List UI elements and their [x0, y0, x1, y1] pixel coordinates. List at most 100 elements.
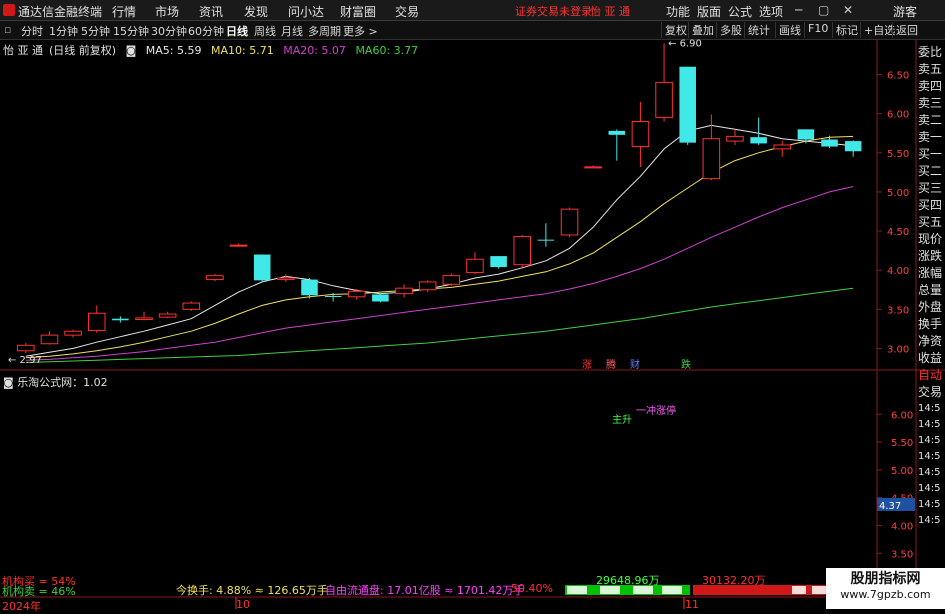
- candle-body: [560, 208, 579, 236]
- ma60-line: [25, 287, 854, 363]
- signal-marker: 财: [630, 358, 640, 371]
- subchart-title: ◙ 乐淘公式网：1.02: [3, 376, 108, 389]
- sub-tick-label: 5.00: [891, 466, 913, 477]
- candle-body: [655, 81, 673, 119]
- ratio-pct: 50.40%: [511, 582, 553, 595]
- side-time-8: 14:5: [918, 515, 941, 526]
- price-tick-label: 3.00: [887, 344, 909, 355]
- side-trade[interactable]: 交易: [918, 384, 945, 401]
- vol-outflow: 30132.20万: [702, 574, 766, 587]
- signal-marker: 腾: [606, 358, 616, 371]
- candle-body: [372, 294, 389, 302]
- price-tick-label: 6.00: [887, 110, 909, 121]
- sub-tick-label: 3.50: [891, 549, 913, 560]
- side-mai4[interactable]: 卖四: [918, 78, 945, 95]
- side-mai2[interactable]: 卖二: [918, 112, 945, 129]
- candle-body: [631, 121, 650, 148]
- side-price[interactable]: 现价: [918, 231, 945, 248]
- month-label-11: 11: [685, 598, 699, 611]
- side-buy5[interactable]: 买五: [918, 214, 945, 231]
- peak-price-label: ← 6.90: [668, 38, 702, 49]
- year-label: 2024年: [2, 600, 41, 613]
- candle-body: [347, 290, 366, 298]
- candle-body: [750, 137, 767, 144]
- candle-body: [513, 236, 532, 266]
- candle-body: [324, 296, 342, 298]
- candlestick-chart[interactable]: 6.50 6.00 5.50 5.00 4.50 4.00 3.50 3.00 ← 6.90 ← …: [0, 0, 945, 609]
- free-float: 自由流通盘: 17.01亿股 ≈ 1701.42万手: [325, 584, 525, 597]
- candle-body: [301, 279, 318, 296]
- side-time-2: 14:5: [918, 419, 941, 430]
- side-volume[interactable]: 总量: [918, 282, 945, 299]
- candle-body: [158, 313, 177, 318]
- side-time-3: 14:5: [918, 435, 941, 446]
- signal-zhusheng: 主升: [612, 414, 632, 426]
- candle-body: [726, 135, 744, 142]
- candle-body: [442, 275, 461, 285]
- side-mai1[interactable]: 卖一: [918, 129, 945, 146]
- low-price-label: ← 2.97: [8, 355, 42, 366]
- candle-body: [844, 141, 862, 152]
- candle-body: [679, 66, 696, 143]
- candle-body: [64, 330, 82, 336]
- quote-side-panel: 委比 卖五 卖四 卖三 卖二 卖一 买一 买二 买三 买四 买五 现价 涨跌 涨…: [918, 44, 945, 529]
- candle-body: [40, 334, 59, 345]
- ma10-line: [25, 135, 854, 359]
- side-net-assets[interactable]: 净资: [918, 333, 945, 350]
- price-tick-label: 4.50: [887, 227, 909, 238]
- sub-tick-label: 5.50: [891, 438, 913, 449]
- bottom-info-bar: 机构买 = 54% 机构卖 = 46% 今换手: 4.88% ≈ 126.65万…: [0, 574, 945, 613]
- watermark-logo: 股朋指标网 www.7gpzb.com: [826, 568, 945, 609]
- side-change[interactable]: 涨跌: [918, 248, 945, 265]
- side-turnover[interactable]: 换手: [918, 316, 945, 333]
- side-buy3[interactable]: 买三: [918, 180, 945, 197]
- month-label-10: 10: [236, 598, 250, 611]
- candle-body: [773, 144, 792, 150]
- vol-inflow: 29648.96万: [596, 574, 660, 587]
- candle-body: [466, 258, 484, 274]
- candle-body: [112, 318, 129, 321]
- candle-body: [17, 344, 35, 352]
- side-time-1: 14:5: [918, 403, 941, 414]
- indicator-circle-icon[interactable]: ◙: [3, 376, 14, 389]
- candle-body: [253, 254, 271, 281]
- candle-body: [584, 166, 602, 169]
- price-tick-label: 3.50: [887, 305, 909, 316]
- side-mai5[interactable]: 卖五: [918, 61, 945, 78]
- side-time-6: 14:5: [918, 483, 941, 494]
- side-buy2[interactable]: 买二: [918, 163, 945, 180]
- candle-body: [206, 275, 224, 281]
- side-mai3[interactable]: 卖三: [918, 95, 945, 112]
- candle-body: [135, 317, 153, 320]
- price-tick-label: 5.00: [887, 188, 909, 199]
- side-earnings[interactable]: 收益: [918, 350, 945, 367]
- candle-body: [87, 312, 106, 331]
- candle-body: [797, 129, 815, 140]
- candle-body: [182, 302, 201, 310]
- candle-body: [229, 244, 248, 247]
- candle-body: [490, 256, 507, 268]
- ma5-line: [25, 124, 854, 357]
- side-auto[interactable]: 自动: [918, 367, 945, 384]
- signal-marker: 跌: [681, 358, 691, 371]
- side-weibi[interactable]: 委比: [918, 44, 945, 61]
- side-time-4: 14:5: [918, 451, 941, 462]
- price-tick-label: 5.50: [887, 149, 909, 160]
- side-buy1[interactable]: 买一: [918, 146, 945, 163]
- candle-body: [702, 138, 721, 180]
- sub-tick-label: 6.00: [891, 410, 913, 421]
- signal-marker: 涨: [582, 359, 592, 371]
- side-buy4[interactable]: 买四: [918, 197, 945, 214]
- side-waipan[interactable]: 外盘: [918, 299, 945, 316]
- side-time-5: 14:5: [918, 467, 941, 478]
- side-time-7: 14:5: [918, 499, 941, 510]
- price-tick-label: 6.50: [887, 71, 909, 82]
- candle-body: [537, 239, 555, 241]
- side-change-pct[interactable]: 涨幅: [918, 265, 945, 282]
- candle-body: [395, 287, 413, 295]
- ma20-line: [25, 186, 854, 361]
- sub-tick-label: 4.37: [879, 501, 901, 512]
- signal-yichong-zhangting: 一冲涨停: [636, 404, 676, 417]
- sub-tick-label: 4.00: [891, 522, 913, 533]
- today-turnover: 今换手: 4.88% ≈ 126.65万手: [176, 584, 328, 597]
